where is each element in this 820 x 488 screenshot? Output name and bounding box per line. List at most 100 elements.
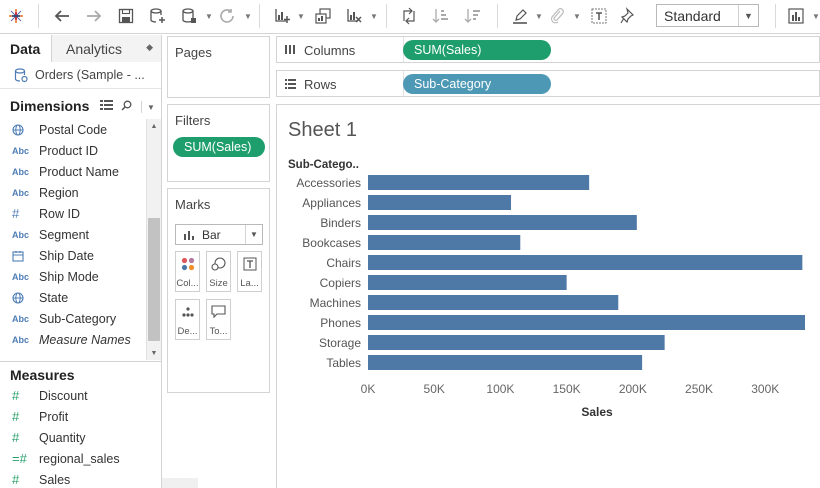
- swap-icon[interactable]: [398, 5, 420, 27]
- bar[interactable]: [368, 195, 512, 210]
- datasource-caret-icon[interactable]: ▼: [205, 12, 213, 21]
- dimension-field[interactable]: Ship Date: [0, 245, 146, 266]
- filters-card[interactable]: Filters SUM(Sales): [167, 104, 270, 182]
- dimension-field[interactable]: Abc Measure Names: [0, 329, 146, 350]
- size-icon: [210, 257, 227, 274]
- pages-card[interactable]: Pages: [167, 36, 270, 98]
- string-type-icon: Abc: [12, 313, 30, 324]
- mark-type-select[interactable]: Bar ▼: [175, 224, 263, 245]
- category-label: Accessories: [296, 176, 361, 190]
- dimensions-scrollbar[interactable]: ▲ ▼: [146, 119, 161, 360]
- columns-label: Columns: [304, 43, 356, 58]
- columns-icon: [285, 43, 296, 58]
- scroll-up-icon[interactable]: ▲: [147, 119, 161, 133]
- duplicate-sheet-icon[interactable]: [312, 5, 334, 27]
- scroll-down-icon[interactable]: ▼: [147, 346, 161, 360]
- marks-color-button[interactable]: Col...: [175, 251, 200, 292]
- marks-size-button[interactable]: Size: [206, 251, 231, 292]
- dimension-field-name: Row ID: [39, 206, 80, 221]
- marks-title: Marks: [175, 197, 211, 212]
- x-tick-label: 200K: [619, 382, 647, 396]
- datasource-item[interactable]: Orders (Sample - ...: [0, 62, 161, 89]
- tab-analytics[interactable]: Analytics ◆: [52, 35, 161, 62]
- marks-tooltip-button[interactable]: To...: [206, 299, 231, 340]
- measure-field[interactable]: # Discount: [0, 385, 161, 406]
- bar[interactable]: [368, 335, 665, 350]
- measures-title: Measures: [10, 366, 75, 383]
- label-icon[interactable]: [588, 5, 610, 27]
- columns-shelf[interactable]: Columns SUM(Sales): [276, 36, 820, 63]
- dimension-field-name: Measure Names: [39, 332, 131, 347]
- view-mode-select[interactable]: Standard ▼: [656, 4, 759, 27]
- number-icon: #: [12, 206, 20, 221]
- category-label: Bookcases: [302, 236, 361, 250]
- dimensions-menu-caret-icon[interactable]: ▼: [141, 101, 160, 113]
- number-icon: #: [12, 472, 20, 487]
- chevron-updown-icon[interactable]: ◆: [146, 42, 153, 53]
- show-me-icon[interactable]: [786, 5, 810, 27]
- new-datasource-icon[interactable]: [147, 5, 169, 27]
- rows-pill-sub-category[interactable]: Sub-Category: [403, 74, 551, 94]
- measure-field[interactable]: # Quantity: [0, 427, 161, 448]
- pin-icon[interactable]: [618, 5, 640, 27]
- view-as-list-icon[interactable]: [100, 98, 113, 114]
- scrollbar-thumb[interactable]: [148, 218, 160, 341]
- datasource-icon[interactable]: [178, 5, 200, 27]
- show-me-caret-icon[interactable]: ▼: [812, 12, 820, 21]
- sort-descending-icon[interactable]: [462, 5, 484, 27]
- string-type-icon: Abc: [12, 187, 30, 198]
- tab-data[interactable]: Data: [0, 35, 52, 62]
- new-worksheet-caret-icon[interactable]: ▼: [297, 12, 305, 21]
- highlight-caret-icon[interactable]: ▼: [535, 12, 543, 21]
- color-icon: [181, 257, 195, 274]
- group-icon[interactable]: [546, 5, 568, 27]
- clear-sheet-icon[interactable]: [343, 5, 365, 27]
- bar[interactable]: [368, 255, 803, 270]
- dimension-field[interactable]: Abc Product ID: [0, 140, 146, 161]
- marks-label-button[interactable]: La...: [237, 251, 262, 292]
- measures-list: # Discount # Profit # Quantity =# regional_sale…: [0, 385, 161, 488]
- bar[interactable]: [368, 315, 805, 330]
- redo-icon[interactable]: [83, 5, 105, 27]
- tooltip-icon: [211, 305, 226, 322]
- refresh-caret-icon[interactable]: ▼: [244, 12, 252, 21]
- dimensions-list: Postal Code Abc Product ID Abc Product Name A…: [0, 119, 146, 350]
- save-icon[interactable]: [115, 5, 137, 27]
- tableau-logo-icon[interactable]: [6, 5, 26, 27]
- dimension-field[interactable]: Abc Sub-Category: [0, 308, 146, 329]
- clear-sheet-caret-icon[interactable]: ▼: [370, 12, 378, 21]
- dimension-field[interactable]: Abc Region: [0, 182, 146, 203]
- sort-ascending-icon[interactable]: [430, 5, 452, 27]
- rows-shelf[interactable]: Rows Sub-Category: [276, 70, 820, 97]
- measure-field-name: Profit: [39, 409, 69, 424]
- undo-icon[interactable]: [51, 5, 73, 27]
- group-caret-icon[interactable]: ▼: [573, 12, 581, 21]
- category-label: Appliances: [302, 196, 361, 210]
- highlight-icon[interactable]: [509, 5, 531, 27]
- filter-pill-sum-sales[interactable]: SUM(Sales): [173, 137, 265, 157]
- dimension-field[interactable]: Abc Ship Mode: [0, 266, 146, 287]
- columns-pill-sum-sales[interactable]: SUM(Sales): [403, 40, 551, 60]
- bar-chart[interactable]: Sub-Catego.. Accessories Appliances Binders…: [277, 105, 820, 488]
- refresh-icon[interactable]: [216, 5, 238, 27]
- bar[interactable]: [368, 235, 521, 250]
- marks-size-label: Size: [209, 278, 228, 289]
- dimension-field[interactable]: Abc Product Name: [0, 161, 146, 182]
- toolbar: ▼ ▼ ▼ ▼ ▼ ▼ Standard ▼ ▼: [0, 0, 820, 34]
- marks-detail-button[interactable]: De...: [175, 299, 200, 340]
- measure-field[interactable]: # Profit: [0, 406, 161, 427]
- dimension-field[interactable]: State: [0, 287, 146, 308]
- bar[interactable]: [368, 295, 619, 310]
- search-icon[interactable]: [121, 98, 132, 114]
- bar[interactable]: [368, 215, 637, 230]
- new-worksheet-icon[interactable]: [271, 5, 293, 27]
- chevron-down-icon: ▼: [738, 5, 758, 26]
- bar[interactable]: [368, 355, 643, 370]
- bar[interactable]: [368, 275, 567, 290]
- dimension-field[interactable]: # Row ID: [0, 203, 146, 224]
- measure-field[interactable]: =# regional_sales: [0, 448, 161, 469]
- bar[interactable]: [368, 175, 590, 190]
- measure-field[interactable]: # Sales: [0, 469, 161, 488]
- dimension-field[interactable]: Postal Code: [0, 119, 146, 140]
- dimension-field[interactable]: Abc Segment: [0, 224, 146, 245]
